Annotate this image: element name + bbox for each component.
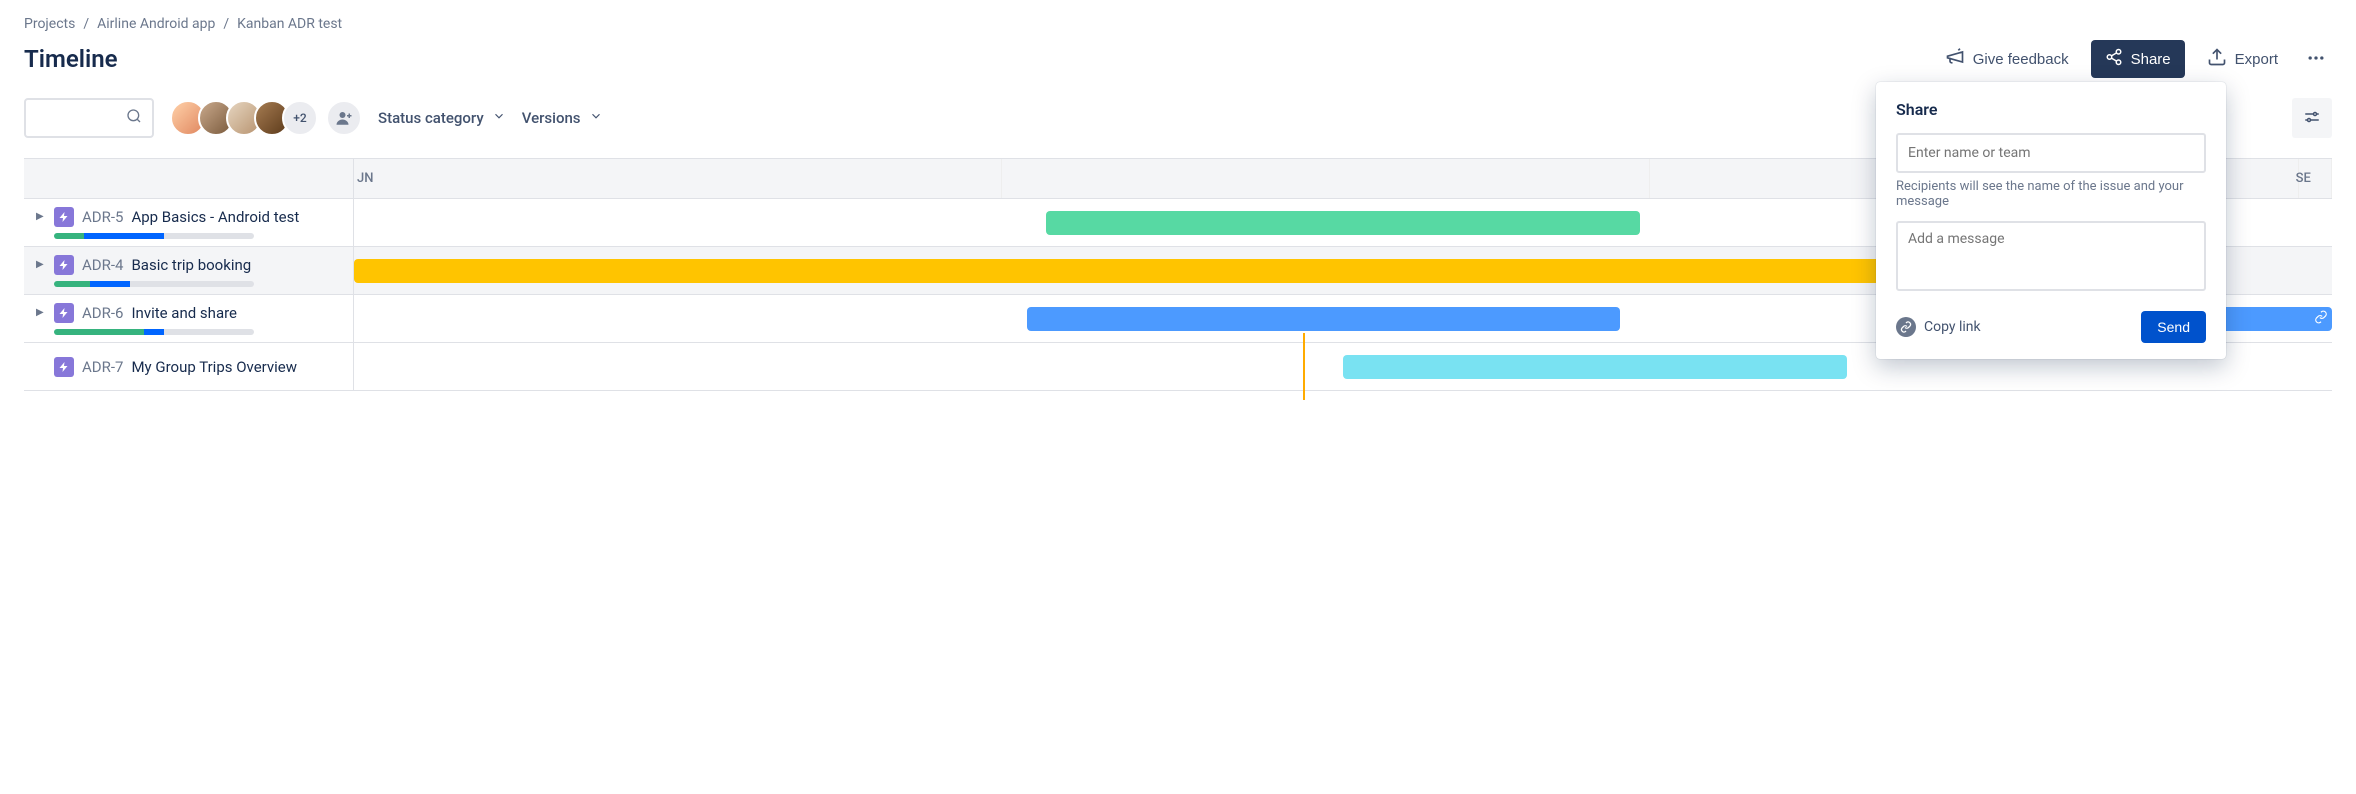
- today-marker: [1303, 333, 1305, 400]
- progress-bar: [54, 329, 254, 335]
- breadcrumb-separator: /: [83, 16, 89, 32]
- issue-summary: My Group Trips Overview: [131, 358, 297, 376]
- month-label: SE: [2296, 171, 2311, 186]
- issue-key[interactable]: ADR-7: [82, 358, 123, 376]
- issue-summary: App Basics - Android test: [131, 208, 299, 226]
- header-actions: Give feedback Share Export: [1935, 40, 2332, 78]
- share-recipient-input[interactable]: [1896, 133, 2206, 173]
- status-category-label: Status category: [378, 109, 484, 127]
- send-button[interactable]: Send: [2141, 311, 2206, 343]
- share-popup: Share Recipients will see the name of th…: [1876, 82, 2226, 359]
- issue-summary: Basic trip booking: [131, 256, 251, 274]
- status-category-dropdown[interactable]: Status category: [378, 103, 506, 133]
- assignee-avatars: +2: [170, 100, 362, 136]
- megaphone-icon: [1945, 47, 1965, 71]
- share-message-input[interactable]: [1896, 221, 2206, 291]
- search-input-wrapper[interactable]: [24, 98, 154, 138]
- breadcrumb-projects[interactable]: Projects: [24, 16, 75, 32]
- share-hint: Recipients will see the name of the issu…: [1896, 179, 2206, 209]
- copy-link-button[interactable]: Copy link: [1896, 317, 1981, 337]
- epic-bar[interactable]: [1046, 211, 1639, 235]
- more-horizontal-icon: [2306, 48, 2326, 71]
- share-button[interactable]: Share: [2091, 40, 2185, 78]
- epic-icon: [54, 207, 74, 227]
- avatar-more[interactable]: +2: [282, 100, 318, 136]
- epic-bar[interactable]: [1027, 307, 1620, 331]
- search-icon: [126, 108, 142, 128]
- breadcrumb: Projects / Airline Android app / Kanban …: [24, 16, 2332, 32]
- give-feedback-button[interactable]: Give feedback: [1935, 41, 2079, 77]
- epic-bar[interactable]: [1343, 355, 1847, 379]
- export-label: Export: [2235, 51, 2278, 68]
- share-label: Share: [2131, 51, 2171, 68]
- export-button[interactable]: Export: [2197, 41, 2288, 77]
- issue-key[interactable]: ADR-6: [82, 304, 123, 322]
- export-icon: [2207, 47, 2227, 71]
- progress-bar: [54, 281, 254, 287]
- timeline-left-header: [24, 159, 354, 198]
- share-icon: [2105, 48, 2123, 70]
- give-feedback-label: Give feedback: [1973, 51, 2069, 68]
- versions-label: Versions: [522, 109, 581, 127]
- copy-link-label: Copy link: [1924, 319, 1981, 335]
- search-input[interactable]: [36, 110, 126, 126]
- chevron-down-icon: [492, 109, 506, 127]
- link-icon: [1896, 317, 1916, 337]
- share-popup-title: Share: [1896, 100, 2206, 119]
- epic-icon: [54, 303, 74, 323]
- chevron-right-icon[interactable]: ▶: [36, 307, 46, 318]
- epic-bar[interactable]: [354, 259, 1996, 283]
- epic-icon: [54, 255, 74, 275]
- view-settings-button[interactable]: [2292, 98, 2332, 138]
- issue-key[interactable]: ADR-4: [82, 256, 123, 274]
- breadcrumb-board[interactable]: Kanban ADR test: [237, 16, 342, 32]
- versions-dropdown[interactable]: Versions: [522, 103, 603, 133]
- issue-summary: Invite and share: [131, 304, 237, 322]
- month-label: JN: [357, 171, 373, 186]
- sliders-icon: [2303, 108, 2321, 129]
- progress-bar: [54, 233, 254, 239]
- issue-key[interactable]: ADR-5: [82, 208, 123, 226]
- link-icon: [2314, 310, 2328, 328]
- breadcrumb-project[interactable]: Airline Android app: [97, 16, 215, 32]
- more-actions-button[interactable]: [2300, 43, 2332, 75]
- chevron-right-icon[interactable]: ▶: [36, 211, 46, 222]
- breadcrumb-separator: /: [223, 16, 229, 32]
- page-title: Timeline: [24, 45, 118, 73]
- add-people-button[interactable]: [326, 100, 362, 136]
- chevron-down-icon: [589, 109, 603, 127]
- epic-icon: [54, 357, 74, 377]
- chevron-right-icon[interactable]: ▶: [36, 259, 46, 270]
